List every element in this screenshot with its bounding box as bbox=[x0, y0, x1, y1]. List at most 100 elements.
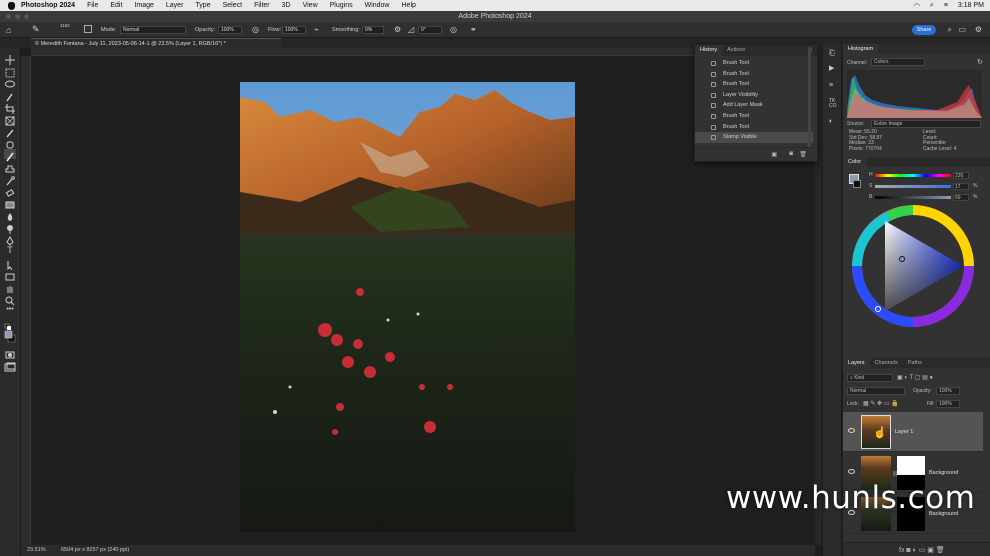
menu-type[interactable]: Type bbox=[195, 0, 210, 11]
visibility-eye-icon[interactable] bbox=[848, 469, 855, 474]
layer-opacity-field[interactable]: 100% bbox=[936, 387, 960, 395]
zoom-tool-icon[interactable] bbox=[4, 293, 16, 306]
marquee-tool-icon[interactable] bbox=[4, 65, 16, 78]
history-item[interactable]: Brush Tool bbox=[695, 69, 813, 80]
new-snapshot-icon[interactable]: ◙ bbox=[789, 151, 793, 157]
tab-history[interactable]: History bbox=[695, 45, 723, 56]
search-icon[interactable]: ⌕ bbox=[930, 2, 934, 10]
move-tool-icon[interactable] bbox=[4, 52, 16, 65]
layer-row-selected[interactable]: ☝ Layer 1 bbox=[843, 412, 983, 452]
close-window-button[interactable] bbox=[6, 14, 11, 19]
tab-color[interactable]: Color bbox=[843, 157, 867, 167]
visibility-eye-icon[interactable] bbox=[848, 428, 855, 433]
frame-tool-icon[interactable] bbox=[4, 113, 16, 126]
angle-field[interactable]: 0° bbox=[418, 26, 442, 34]
play-action-icon[interactable]: ▶ bbox=[829, 64, 838, 72]
menu-select[interactable]: Select bbox=[223, 0, 242, 11]
airbrush-icon[interactable]: ⌁ bbox=[314, 25, 319, 34]
mode-select[interactable]: Normal bbox=[120, 26, 186, 34]
filter-icons[interactable]: ▣ ◐ T ▢ ▤ ● bbox=[897, 374, 933, 381]
menu-filter[interactable]: Filter bbox=[254, 0, 270, 11]
history-item[interactable]: Add Layer Mask bbox=[695, 100, 813, 111]
history-item[interactable]: Brush Tool bbox=[695, 122, 813, 133]
history-item-selected[interactable]: Stamp Visible bbox=[695, 132, 813, 143]
lock-icons[interactable]: ▦ ✎ ✥ ▭ 🔒 bbox=[863, 400, 899, 407]
menu-plugins[interactable]: Plugins bbox=[330, 0, 353, 11]
background-color-swatch[interactable] bbox=[853, 180, 861, 188]
clone-stamp-tool-icon[interactable] bbox=[4, 161, 16, 173]
history-panel-icon[interactable]: ⎗ bbox=[829, 50, 838, 58]
hand-tool-icon[interactable] bbox=[4, 281, 16, 293]
blend-mode-select[interactable]: Normal bbox=[847, 387, 905, 395]
menu-image[interactable]: Image bbox=[134, 0, 153, 11]
pressure-size-icon[interactable]: ◎ bbox=[450, 25, 457, 34]
quick-mask-icon[interactable] bbox=[4, 347, 16, 359]
tab-actions[interactable]: Actions bbox=[722, 45, 750, 56]
symmetry-icon[interactable]: ⚭ bbox=[470, 25, 477, 34]
history-item[interactable]: Brush Tool bbox=[695, 79, 813, 90]
apple-icon[interactable] bbox=[8, 1, 15, 10]
eyedropper-tool-icon[interactable] bbox=[4, 125, 16, 138]
tab-layers[interactable]: Layers bbox=[843, 358, 870, 368]
brush-size-value[interactable]: 1162 bbox=[60, 23, 70, 28]
workspace-icon[interactable]: ▭ bbox=[958, 25, 966, 34]
layer-footer-icons[interactable]: fx ◙ ◐ ▭ ▣ 🗑 bbox=[899, 546, 945, 554]
color-wheel[interactable] bbox=[849, 204, 981, 329]
tab-channels[interactable]: Channels bbox=[870, 358, 903, 368]
pen-tool-icon[interactable] bbox=[4, 233, 16, 246]
saturation-slider[interactable] bbox=[875, 185, 951, 188]
histogram-source-select[interactable]: Entire Image bbox=[871, 120, 981, 128]
document-tab[interactable]: © Meredith Fontana - July 11, 2023-05-06… bbox=[31, 38, 281, 48]
document-image[interactable] bbox=[240, 82, 575, 532]
control-center-icon[interactable]: ≡ bbox=[944, 2, 948, 9]
fill-field[interactable]: 100% bbox=[936, 400, 960, 408]
history-item[interactable]: Layer Visibility bbox=[695, 90, 813, 101]
layer-filter-kind-select[interactable]: ⌕ Kind bbox=[847, 374, 893, 382]
history-scrollbar[interactable] bbox=[808, 47, 811, 147]
layer-name[interactable]: Layer 1 bbox=[895, 429, 913, 435]
trash-icon[interactable]: 🗑 bbox=[799, 151, 807, 158]
pressure-opacity-icon[interactable]: ◎ bbox=[252, 25, 259, 34]
zoom-window-button[interactable] bbox=[24, 14, 29, 19]
hue-slider[interactable] bbox=[875, 174, 951, 177]
more-tools-icon[interactable]: ••• bbox=[4, 306, 16, 316]
vertical-ruler[interactable] bbox=[21, 56, 31, 545]
screen-mode-icon[interactable] bbox=[4, 359, 16, 372]
brush-panel-toggle-icon[interactable] bbox=[84, 25, 92, 33]
opacity-field[interactable]: 100% bbox=[218, 26, 242, 34]
quick-selection-tool-icon[interactable] bbox=[4, 89, 16, 102]
history-item[interactable]: Brush Tool bbox=[695, 111, 813, 122]
menu-view[interactable]: View bbox=[303, 0, 318, 11]
brightness-slider[interactable] bbox=[875, 196, 951, 199]
menu-file[interactable]: File bbox=[87, 0, 98, 11]
menu-3d[interactable]: 3D bbox=[282, 0, 291, 11]
menu-edit[interactable]: Edit bbox=[110, 0, 122, 11]
type-tool-icon[interactable]: T bbox=[4, 245, 16, 255]
smoothing-field[interactable]: 0% bbox=[362, 26, 384, 34]
dodge-tool-icon[interactable] bbox=[4, 221, 16, 234]
healing-brush-tool-icon[interactable] bbox=[4, 137, 16, 149]
menu-window[interactable]: Window bbox=[365, 0, 390, 11]
path-selection-tool-icon[interactable] bbox=[4, 257, 16, 271]
foreground-background-color-icon[interactable] bbox=[4, 330, 16, 344]
new-document-from-state-icon[interactable]: ▣ bbox=[771, 151, 777, 158]
search-icon[interactable]: ⌕ bbox=[948, 25, 952, 35]
lasso-tool-icon[interactable] bbox=[4, 77, 16, 88]
crop-tool-icon[interactable] bbox=[4, 101, 16, 114]
menu-layer[interactable]: Layer bbox=[166, 0, 184, 11]
s-value-field[interactable]: 17 bbox=[953, 183, 969, 190]
brush-tool-icon[interactable] bbox=[4, 149, 16, 162]
document-info[interactable]: 6504 px x 8257 px (240 ppi) bbox=[61, 545, 129, 556]
layer-name[interactable]: Background bbox=[929, 470, 958, 476]
wifi-icon[interactable]: ◠ bbox=[914, 2, 920, 10]
rectangle-tool-icon[interactable] bbox=[4, 269, 16, 281]
h-value-field[interactable]: 226 bbox=[953, 172, 969, 179]
brush-preset-icon[interactable]: ✎ bbox=[32, 24, 40, 35]
zoom-level[interactable]: 23.51% bbox=[27, 545, 46, 556]
history-item[interactable]: Brush Tool bbox=[695, 58, 813, 69]
menu-help[interactable]: Help bbox=[402, 0, 416, 11]
refresh-icon[interactable]: ↻ bbox=[977, 58, 983, 66]
tab-histogram[interactable]: Histogram bbox=[843, 44, 879, 54]
default-colors-icon[interactable] bbox=[4, 320, 16, 330]
eraser-tool-icon[interactable] bbox=[4, 185, 16, 197]
